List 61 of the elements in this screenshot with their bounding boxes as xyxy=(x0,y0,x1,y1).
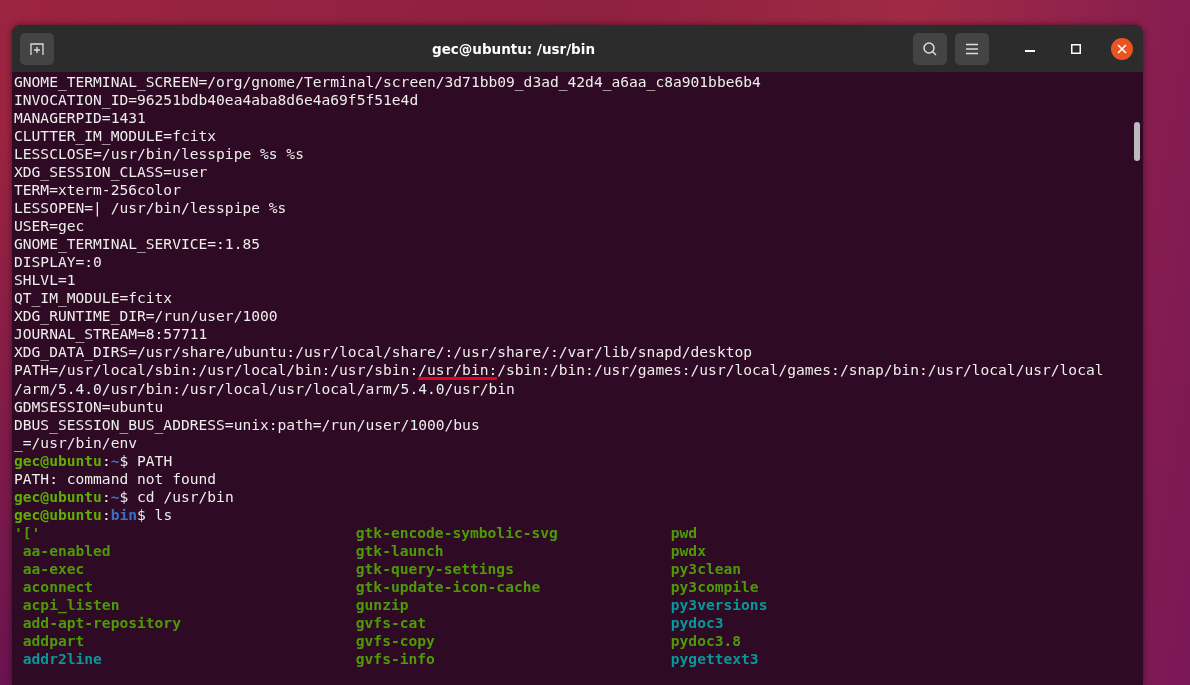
output-line: SHLVL=1 xyxy=(14,271,76,289)
output-line: CLUTTER_IM_MODULE=fcitx xyxy=(14,127,217,145)
file-name: pwdx xyxy=(670,542,706,560)
output-line: PATH: command not found xyxy=(14,470,217,488)
close-button[interactable] xyxy=(1111,37,1133,60)
prompt-line: gec@ubuntu:~$ PATH xyxy=(14,452,173,470)
file-name: acpi_listen xyxy=(22,596,120,614)
file-name: aconnect xyxy=(22,578,94,596)
file-name: pydoc3.8 xyxy=(670,632,742,650)
file-name: '[' xyxy=(14,524,41,542)
file-name: gtk-update-icon-cache xyxy=(355,578,541,596)
output-line: GNOME_TERMINAL_SERVICE=:1.85 xyxy=(14,235,260,253)
output-line: XDG_RUNTIME_DIR=/run/user/1000 xyxy=(14,307,278,325)
file-name: gvfs-info xyxy=(355,650,435,668)
file-name: gvfs-copy xyxy=(355,632,435,650)
output-line: USER=gec xyxy=(14,217,85,235)
file-name: addpart xyxy=(22,632,85,650)
file-name: py3clean xyxy=(670,560,742,578)
file-name: aa-enabled xyxy=(22,542,111,560)
output-line: /arm/5.4.0/usr/bin:/usr/local/usr/local/arm/5.4.0/usr/bin xyxy=(14,380,515,398)
output-line: DISPLAY=:0 xyxy=(14,253,102,271)
output-line: INVOCATION_ID=96251bdb40ea4aba8d6e4a69f5f51e4d xyxy=(14,91,419,109)
search-icon xyxy=(922,40,938,57)
file-name: gtk-query-settings xyxy=(355,560,514,578)
prompt-line: gec@ubuntu:~$ cd /usr/bin xyxy=(14,488,234,506)
output-line: GDMSESSION=ubuntu xyxy=(14,398,164,416)
output-line: PATH=/usr/local/sbin:/usr/local/bin:/usr/sbin:/usr/bin:/sbin:/bin:/usr/games:/usr/local/games:/snap/bin:/usr/local/usr/local xyxy=(14,361,1104,380)
file-name: add-apt-repository xyxy=(22,614,181,632)
output-line: DBUS_SESSION_BUS_ADDRESS=unix:path=/run/user/1000/bus xyxy=(14,416,480,434)
window-title: gec@ubuntu: /usr/bin xyxy=(430,40,597,57)
scrollbar-thumb[interactable] xyxy=(1134,122,1140,161)
output-line: GNOME_TERMINAL_SCREEN=/org/gnome/Terminal/screen/3d71bb09_d3ad_42d4_a6aa_c8a901bbe6b4 xyxy=(14,73,761,91)
output-line: MANAGERPID=1431 xyxy=(14,109,146,127)
file-name: gtk-launch xyxy=(355,542,444,560)
output-line: _=/usr/bin/env xyxy=(14,434,137,452)
close-icon xyxy=(1117,43,1127,54)
prompt-line: gec@ubuntu:bin$ ls xyxy=(14,506,173,524)
file-name: aa-exec xyxy=(22,560,85,578)
file-name: addr2line xyxy=(22,650,102,668)
output-line: XDG_SESSION_CLASS=user xyxy=(14,163,208,181)
file-name: pwd xyxy=(670,524,698,542)
output-line: TERM=xterm-256color xyxy=(14,181,181,199)
file-name: pydoc3 xyxy=(670,614,724,632)
output-line: LESSCLOSE=/usr/bin/lesspipe %s %s xyxy=(14,145,304,163)
output-line: LESSOPEN=| /usr/bin/lesspipe %s xyxy=(14,199,287,217)
file-name: pygettext3 xyxy=(670,650,759,668)
file-name: py3versions xyxy=(670,596,768,614)
file-name: gvfs-cat xyxy=(355,614,427,632)
new-tab-icon xyxy=(29,40,45,57)
maximize-icon xyxy=(1071,43,1081,54)
new-tab-button[interactable] xyxy=(20,32,54,65)
file-name: py3compile xyxy=(670,578,759,596)
file-name: gtk-encode-symbolic-svg xyxy=(355,524,558,542)
output-line: XDG_DATA_DIRS=/usr/share/ubuntu:/usr/local/share/:/usr/share/:/var/lib/snapd/desktop xyxy=(14,343,753,361)
menu-icon xyxy=(965,42,979,55)
file-name: gunzip xyxy=(355,596,409,614)
output-line: JOURNAL_STREAM=8:57711 xyxy=(14,325,208,343)
search-button[interactable] xyxy=(913,32,947,65)
output-line: QT_IM_MODULE=fcitx xyxy=(14,289,173,307)
menu-button[interactable] xyxy=(955,32,989,65)
minimize-icon xyxy=(1025,49,1035,52)
